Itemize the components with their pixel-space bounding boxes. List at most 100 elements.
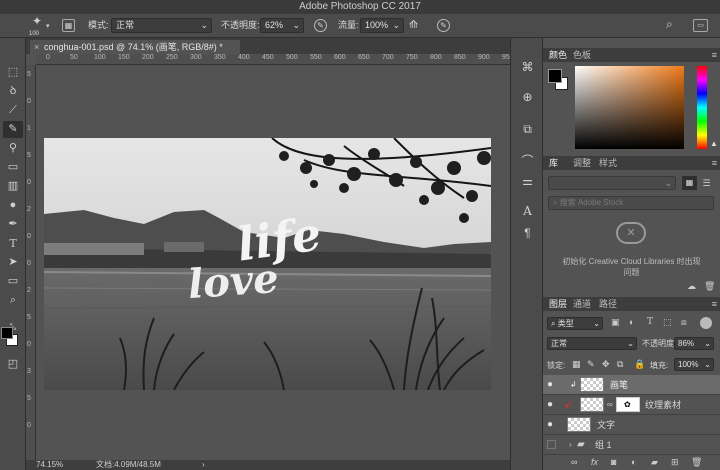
filter-pixel-icon[interactable]: ▣: [611, 317, 620, 328]
gradient-tool-icon[interactable]: ▥: [3, 178, 23, 195]
lock-position-icon[interactable]: ✥: [602, 359, 610, 370]
rectangle-tool-icon[interactable]: ▭: [3, 273, 23, 290]
lasso-tool-icon[interactable]: ꝺ: [3, 83, 23, 100]
lock-pixels-icon[interactable]: ✎: [587, 359, 595, 370]
visibility-eye-icon[interactable]: ●: [547, 375, 557, 395]
airbrush-icon[interactable]: ⟰: [409, 20, 418, 31]
filter-adjust-icon[interactable]: ◐: [629, 317, 634, 327]
workspace-icon[interactable]: ▭: [693, 19, 708, 32]
tab-channels[interactable]: 通道: [569, 297, 595, 311]
new-layer-icon[interactable]: ⊞: [671, 457, 679, 468]
layer-thumbnail: [580, 377, 604, 392]
panel-menu-icon[interactable]: ≡: [712, 297, 717, 311]
trash-icon[interactable]: 🗑: [704, 281, 715, 292]
layer-mask-thumbnail[interactable]: ✿: [616, 397, 640, 412]
layer-row-text[interactable]: ● 文字: [543, 415, 720, 435]
lock-artboard-icon[interactable]: ⧉: [617, 359, 623, 370]
tab-color[interactable]: 颜色: [545, 48, 571, 62]
warning-icon[interactable]: ▲: [710, 139, 718, 148]
zoom-tool-icon[interactable]: ⌕: [3, 292, 23, 309]
layer-filter-select[interactable]: ⌕ 类型 ⌄: [547, 317, 603, 330]
layer-opacity-input[interactable]: 86% ⌄: [674, 337, 714, 350]
library-select[interactable]: ⌄: [548, 176, 676, 190]
panel-menu-icon[interactable]: ≡: [712, 156, 717, 170]
paragraph-icon[interactable]: ¶: [511, 226, 544, 240]
blend-mode-select[interactable]: 正常 ⌄: [547, 337, 637, 350]
close-tab-icon[interactable]: ×: [34, 40, 39, 54]
chevron-down-icon: ⌄: [292, 20, 300, 30]
ruler-tick-label: 150: [118, 54, 130, 61]
delete-layer-icon[interactable]: 🗑: [691, 457, 702, 468]
adjust-sliders-icon[interactable]: ⚌: [511, 174, 544, 188]
new-group-icon[interactable]: ▰: [651, 457, 658, 468]
pressure-opacity-icon[interactable]: ✎: [314, 19, 327, 32]
filter-smart-icon[interactable]: ⧈: [681, 317, 687, 328]
search-icon[interactable]: ⌕: [666, 18, 673, 30]
cc-sync-icon[interactable]: ☁: [687, 281, 696, 292]
clone-stamp-tool-icon[interactable]: ⚲: [3, 140, 23, 157]
add-mask-icon[interactable]: ◙: [611, 457, 616, 467]
love-art-text: love: [186, 254, 281, 309]
fx-icon[interactable]: fx: [591, 457, 598, 467]
fill-input[interactable]: 100% ⌄: [674, 358, 714, 371]
character-icon[interactable]: A: [511, 204, 544, 218]
link-layers-icon[interactable]: ∞: [571, 457, 577, 467]
lock-all-icon[interactable]: 🔒: [634, 359, 645, 370]
visibility-empty-box[interactable]: [547, 440, 556, 449]
panel-menu-icon[interactable]: ≡: [712, 48, 717, 62]
type-tool-icon[interactable]: T: [3, 235, 23, 252]
history-icon[interactable]: ⌘: [511, 60, 544, 74]
color-foreground-swatch[interactable]: [548, 69, 562, 83]
layer-row-texture[interactable]: ● ➹ ∞ ✿ 纹理素材: [543, 395, 720, 415]
hue-slider[interactable]: [697, 66, 707, 149]
visibility-eye-icon[interactable]: ●: [547, 415, 557, 435]
foreground-color-swatch[interactable]: [1, 327, 13, 339]
properties-icon[interactable]: ⧉: [511, 122, 544, 137]
mode-select[interactable]: 正常 ⌄: [111, 18, 212, 33]
brush-preset-icon[interactable]: ✦: [30, 15, 44, 27]
layer-row-group[interactable]: › ▰ 组 1: [543, 435, 720, 455]
brush-dropdown-icon[interactable]: ▾: [46, 21, 50, 32]
marquee-tool-icon[interactable]: ⬚: [3, 64, 23, 81]
stock-search-input[interactable]: ⌕ 搜索 Adobe Stock: [548, 196, 714, 210]
eyedropper-tool-icon[interactable]: ⟋: [3, 102, 23, 119]
3d-icon[interactable]: ⊕: [511, 90, 544, 104]
flow-input[interactable]: 100% ⌄: [360, 18, 404, 33]
tab-styles[interactable]: 样式: [595, 156, 621, 170]
eraser-tool-icon[interactable]: ▭: [3, 159, 23, 176]
burn-tool-icon[interactable]: ●: [3, 197, 23, 214]
tab-swatches[interactable]: 色板: [569, 48, 595, 62]
filter-type-icon[interactable]: T: [647, 317, 653, 327]
adjustment-layer-icon[interactable]: ◐: [631, 457, 636, 467]
tab-layers[interactable]: 图层: [545, 297, 571, 311]
pressure-size-icon[interactable]: ✎: [437, 19, 450, 32]
brush-settings-icon[interactable]: ⌒: [511, 152, 544, 169]
pen-tool-icon[interactable]: ✒: [3, 216, 23, 233]
fill-label: 填充:: [650, 361, 669, 370]
document-canvas[interactable]: life love: [44, 138, 491, 390]
lock-transparent-icon[interactable]: ▦: [572, 359, 581, 370]
brush-tool-icon[interactable]: ✎: [3, 121, 23, 138]
zoom-level[interactable]: 74.15%: [36, 460, 63, 470]
chain-link-icon[interactable]: ∞: [607, 395, 613, 415]
options-bar: ✦ 100 ▾ ▦ 模式: 正常 ⌄ 不透明度: 62% ⌄ ✎ 流量: 100% ⌄…: [0, 14, 720, 38]
path-selection-tool-icon[interactable]: ➤: [3, 254, 23, 271]
blend-mode-value: 正常: [551, 339, 567, 348]
quick-mask-icon[interactable]: ◰: [3, 356, 23, 373]
fill-value: 100%: [678, 360, 699, 369]
filter-shape-icon[interactable]: ⬚: [663, 317, 672, 328]
brush-panel-toggle-icon[interactable]: ▦: [62, 19, 75, 32]
tab-adjustments[interactable]: 调整: [569, 156, 595, 170]
chevron-right-icon[interactable]: ›: [569, 435, 572, 455]
layer-row-brush[interactable]: ● ↲ 画笔: [543, 375, 720, 395]
list-view-icon[interactable]: ☰: [699, 176, 714, 190]
status-menu-icon[interactable]: ›: [202, 460, 205, 470]
opacity-input[interactable]: 62% ⌄: [260, 18, 304, 33]
grid-view-icon[interactable]: ▦: [682, 176, 697, 190]
visibility-eye-icon[interactable]: ●: [547, 395, 557, 415]
document-tab[interactable]: × conghua-001.psd @ 74.1% (画笔, RGB/8#) *: [30, 40, 240, 54]
filter-toggle-icon[interactable]: [700, 317, 712, 329]
tab-library[interactable]: 库: [545, 156, 562, 170]
tab-paths[interactable]: 路径: [595, 297, 621, 311]
color-picker-field[interactable]: [575, 66, 684, 149]
